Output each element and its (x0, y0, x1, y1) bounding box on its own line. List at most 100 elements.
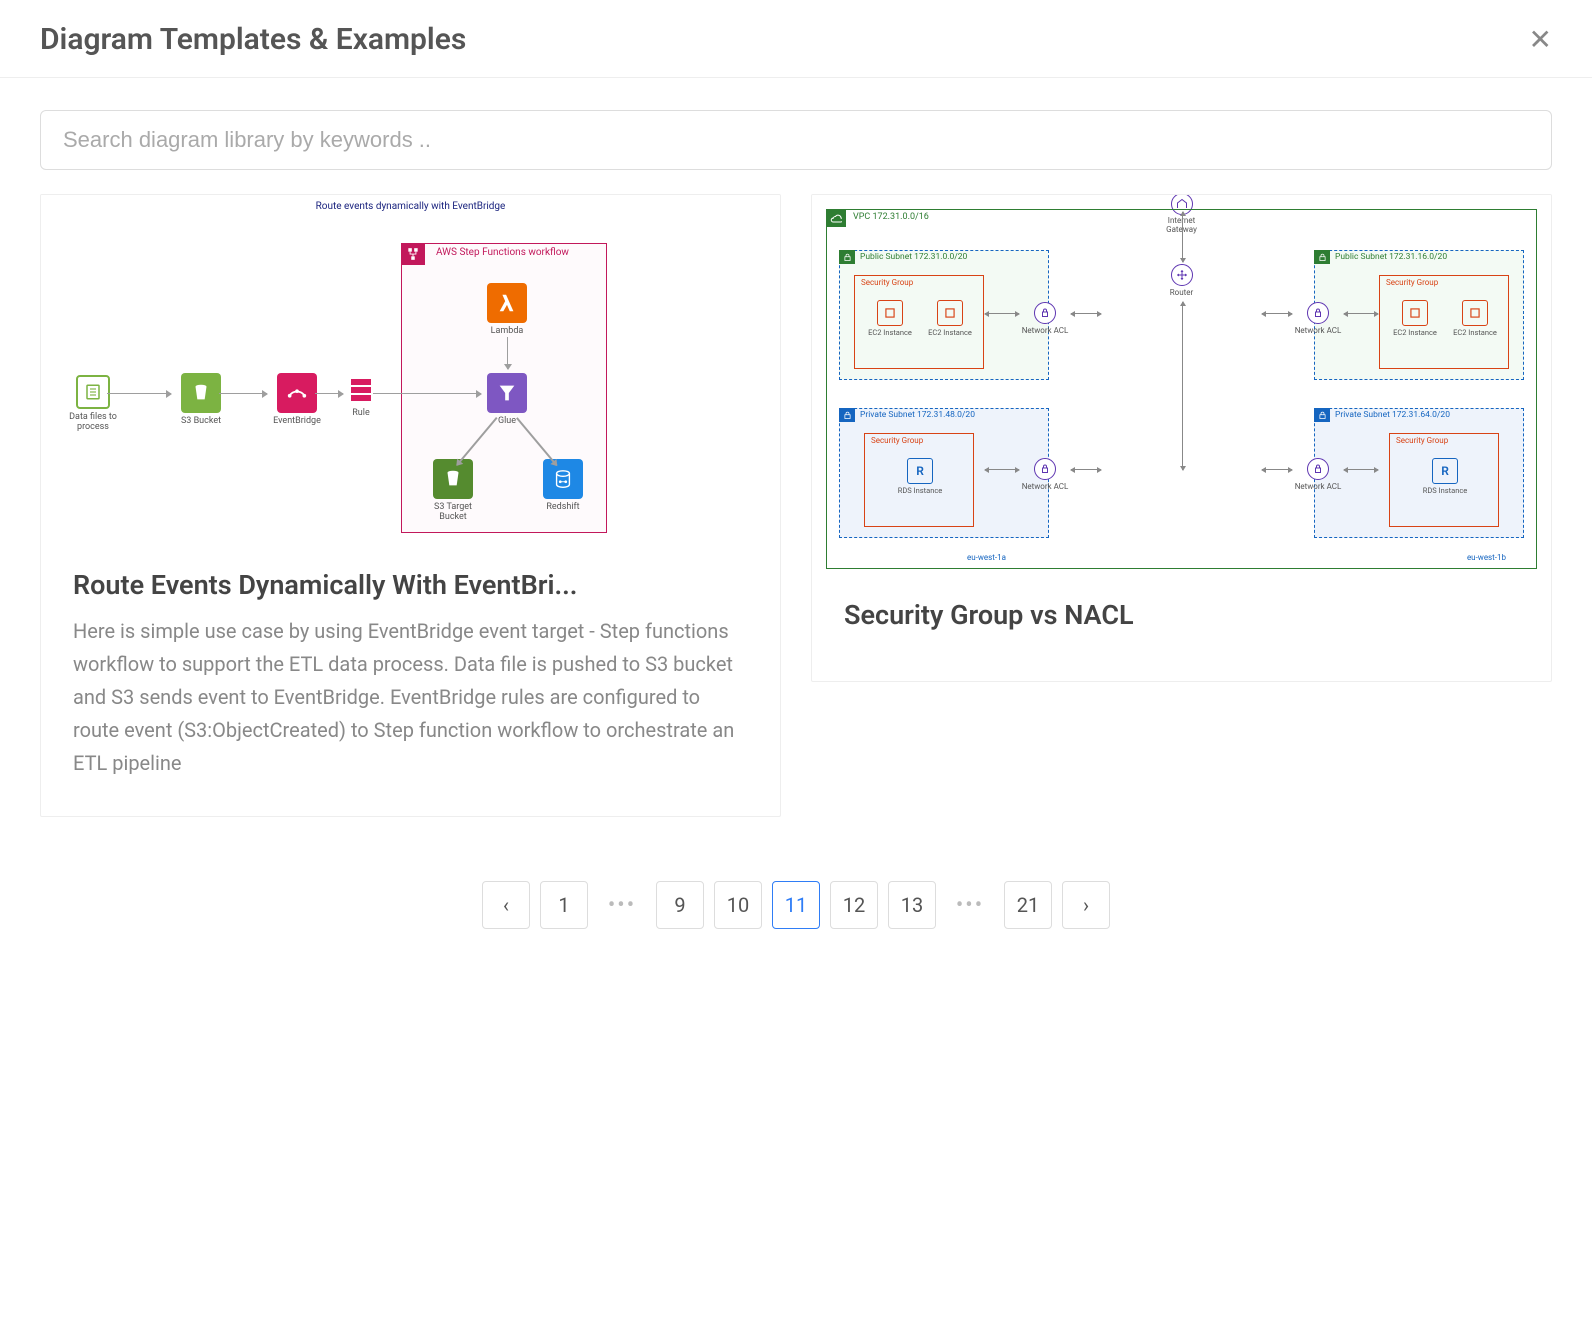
rule-icon (347, 375, 375, 405)
node-eventbridge: EventBridge (269, 373, 325, 426)
template-card-security-group[interactable]: Internet Gateway VPC 172.31.0.0/16 Route… (811, 194, 1552, 682)
node-router: Router (1152, 264, 1212, 297)
dialog-title: Diagram Templates & Examples (40, 22, 466, 57)
security-group-box: Security Group EC2 Instance EC2 Instance (854, 275, 984, 369)
arrow (107, 393, 171, 394)
node-ec2: EC2 Instance (1450, 300, 1500, 337)
node-s3-target: S3 Target Bucket (425, 459, 481, 522)
template-title: Security Group vs NACL (844, 599, 1519, 631)
sg-label: Security Group (1396, 436, 1448, 445)
template-thumb-security-group: Internet Gateway VPC 172.31.0.0/16 Route… (812, 195, 1551, 575)
node-ec2: EC2 Instance (865, 300, 915, 337)
page-next-button[interactable]: › (1062, 881, 1110, 929)
az-label-right: eu-west-1b (1467, 553, 1506, 562)
s3-target-icon (433, 459, 473, 499)
page-ellipsis: ••• (598, 881, 646, 929)
step-functions-icon (401, 243, 425, 265)
subnet-label: Private Subnet 172.31.48.0/20 (860, 410, 975, 420)
rds-icon: R (907, 458, 933, 484)
subnet-label: Public Subnet 172.31.16.0/20 (1335, 252, 1447, 262)
arrow (1071, 469, 1101, 470)
redshift-icon (543, 459, 583, 499)
node-rule: Rule (341, 375, 381, 418)
arrow (507, 337, 508, 369)
arrow (985, 469, 1019, 470)
arrow (1262, 469, 1292, 470)
subnet-label: Private Subnet 172.31.64.0/20 (1335, 410, 1450, 420)
template-card-body: Route Events Dynamically With EventBri..… (41, 545, 780, 816)
dialog-header: Diagram Templates & Examples ✕ (0, 0, 1592, 78)
ec2-icon (877, 300, 903, 326)
sg-label: Security Group (871, 436, 923, 445)
node-s3-bucket: S3 Bucket (173, 373, 229, 426)
subnet-icon (839, 408, 855, 422)
template-cards: Route events dynamically with EventBridg… (40, 194, 1552, 817)
page-button-21[interactable]: 21 (1004, 881, 1052, 929)
page-button-11[interactable]: 11 (772, 881, 820, 929)
sg-label: Security Group (1386, 278, 1438, 287)
node-nacl: Network ACL (1288, 458, 1348, 491)
security-group-box: Security Group EC2 Instance EC2 Instance (1379, 275, 1509, 369)
workflow-label: AWS Step Functions workflow (436, 247, 569, 258)
page-ellipsis: ••• (946, 881, 994, 929)
close-icon[interactable]: ✕ (1529, 26, 1552, 54)
node-nacl: Network ACL (1288, 302, 1348, 335)
subnet-icon (1314, 250, 1330, 264)
security-group-box: Security Group R RDS Instance (1389, 433, 1499, 527)
arrow (1071, 313, 1101, 314)
node-ec2: EC2 Instance (925, 300, 975, 337)
document-icon (76, 375, 110, 409)
search-input[interactable] (40, 110, 1552, 170)
arrow (1182, 302, 1183, 470)
vpc-label: VPC 172.31.0.0/16 (853, 212, 929, 222)
arrow (1344, 469, 1378, 470)
node-rds: R RDS Instance (1420, 458, 1470, 495)
nacl-icon (1034, 302, 1056, 324)
node-nacl: Network ACL (1015, 302, 1075, 335)
node-data-files: Data files to process (65, 375, 121, 432)
arrow (315, 393, 343, 394)
vpc-icon (826, 209, 846, 227)
subnet-icon (1314, 408, 1330, 422)
node-rds: R RDS Instance (895, 458, 945, 495)
template-description: Here is simple use case by using EventBr… (73, 615, 748, 780)
router-icon (1171, 264, 1193, 286)
arrow (1344, 313, 1378, 314)
ec2-icon (937, 300, 963, 326)
pagination: ‹ 1 ••• 9 10 11 12 13 ••• 21 › (40, 881, 1552, 929)
arrow (219, 393, 267, 394)
page-button-9[interactable]: 9 (656, 881, 704, 929)
arrow (985, 313, 1019, 314)
ec2-icon (1402, 300, 1428, 326)
subnet-label: Public Subnet 172.31.0.0/20 (860, 252, 967, 262)
page-prev-button[interactable]: ‹ (482, 881, 530, 929)
sg-label: Security Group (861, 278, 913, 287)
vpc-box: VPC 172.31.0.0/16 Router (826, 209, 1537, 569)
rds-icon: R (1432, 458, 1458, 484)
nacl-icon (1307, 458, 1329, 480)
node-redshift: Redshift (535, 459, 591, 512)
page-button-12[interactable]: 12 (830, 881, 878, 929)
arrow (373, 393, 481, 394)
node-glue: Glue (479, 373, 535, 426)
nacl-icon (1034, 458, 1056, 480)
template-card-body: Security Group vs NACL (812, 575, 1551, 681)
ec2-icon (1462, 300, 1488, 326)
node-lambda: Lambda (479, 283, 535, 336)
node-ec2: EC2 Instance (1390, 300, 1440, 337)
node-nacl: Network ACL (1015, 458, 1075, 491)
page-button-10[interactable]: 10 (714, 881, 762, 929)
page-button-1[interactable]: 1 (540, 881, 588, 929)
template-thumb-eventbridge: Route events dynamically with EventBridg… (41, 195, 780, 545)
template-title: Route Events Dynamically With EventBri..… (73, 569, 748, 601)
security-group-box: Security Group R RDS Instance (864, 433, 974, 527)
template-card-eventbridge[interactable]: Route events dynamically with EventBridg… (40, 194, 781, 817)
page-button-13[interactable]: 13 (888, 881, 936, 929)
diagram-caption: Route events dynamically with EventBridg… (41, 201, 780, 212)
az-label-left: eu-west-1a (967, 553, 1006, 562)
s3-icon (181, 373, 221, 413)
glue-icon (487, 373, 527, 413)
arrow (1182, 212, 1183, 262)
subnet-icon (839, 250, 855, 264)
nacl-icon (1307, 302, 1329, 324)
